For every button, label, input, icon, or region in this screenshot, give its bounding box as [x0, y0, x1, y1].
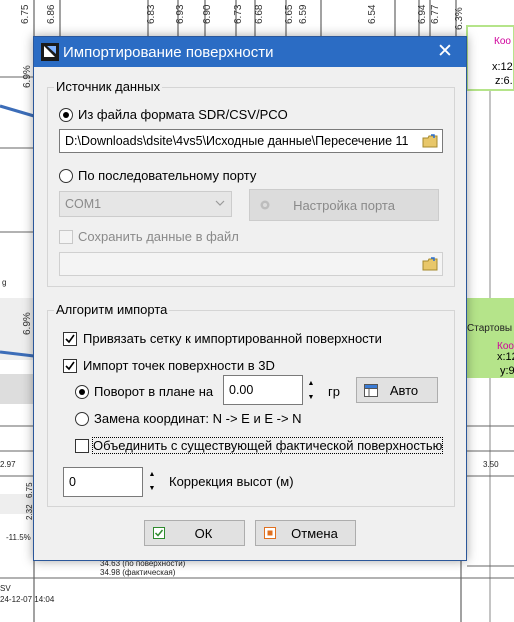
source-group: Источник данных Из файла формата SDR/CSV… [47, 79, 455, 287]
rotation-input[interactable]: 0.00 [223, 375, 303, 405]
bg-top-value: 6.54 [367, 4, 378, 24]
table-icon [364, 384, 378, 397]
bg-label-6: x:12 [497, 351, 514, 363]
cancel-button[interactable]: Отмена [255, 520, 356, 546]
close-icon: ✕ [437, 41, 453, 62]
port-combo-value: COM1 [65, 197, 102, 211]
auto-button[interactable]: Авто [356, 377, 438, 403]
bg-top-value: 6.75 [20, 4, 31, 24]
port-settings-button[interactable]: Настройка порта [249, 189, 439, 221]
bg-left-5: -11.5% [6, 533, 31, 542]
bg-top-value: 6.83 [146, 4, 157, 24]
rotation-label[interactable]: Поворот в плане на [94, 384, 213, 399]
cancel-button-label: Отмена [291, 526, 338, 541]
elevation-input[interactable]: 0 [63, 467, 143, 497]
bg-bottom-1: SV [0, 584, 11, 593]
auto-button-label: Авто [389, 383, 419, 398]
elevation-label: Коррекция высот (м) [169, 474, 294, 489]
bg-top-value: 6.59 [298, 4, 309, 24]
rotation-unit: гр [328, 384, 340, 399]
file-path-field[interactable]: D:\Downloads\dsite\4vs5\Исходные данные\… [59, 129, 443, 153]
browse-folder-icon-disabled[interactable] [422, 257, 438, 271]
rotation-spinner[interactable]: ▲ ▼ [304, 377, 318, 405]
bg-top-value: 6.94 [417, 4, 428, 24]
import-surface-dialog: Импортирование поверхности ✕ Источник да… [33, 36, 467, 561]
bg-top-value: 6.3% [454, 7, 465, 30]
serial-port-radio[interactable] [59, 169, 73, 183]
bg-label-7: y:9 [500, 365, 514, 377]
bg-label-4: Стартовы [467, 323, 512, 334]
chevron-down-icon [215, 200, 225, 206]
serial-port-label[interactable]: По последовательному порту [78, 168, 256, 183]
spin-down-icon[interactable]: ▼ [304, 391, 318, 405]
save-data-label[interactable]: Сохранить данные в файл [78, 229, 239, 244]
checkmark-icon [65, 361, 75, 371]
app-logo-icon [41, 43, 59, 61]
bg-label-2: x:12 [492, 61, 513, 73]
bind-grid-checkbox[interactable] [63, 332, 77, 346]
browse-folder-icon[interactable] [422, 134, 438, 148]
file-source-label[interactable]: Из файла формата SDR/CSV/PCO [78, 107, 288, 122]
bg-note-2: 34.98 (фактическая) [100, 568, 176, 577]
bg-top-value: 6.86 [46, 4, 57, 24]
port-settings-label: Настройка порта [293, 198, 395, 213]
save-path-field[interactable] [59, 252, 443, 276]
gear-icon [260, 200, 270, 210]
spin-up-icon[interactable]: ▲ [145, 468, 159, 482]
check-icon [153, 527, 165, 539]
file-path-value: D:\Downloads\dsite\4vs5\Исходные данные\… [65, 134, 409, 148]
bg-left-0: 6.9% [22, 65, 33, 88]
merge-surface-checkbox[interactable] [75, 439, 89, 453]
swap-coords-label[interactable]: Замена координат: N -> E и E -> N [94, 411, 302, 426]
port-combo[interactable]: COM1 [59, 191, 232, 217]
close-button[interactable]: ✕ [424, 37, 466, 67]
bg-top-value: 6.90 [202, 4, 213, 24]
spin-up-icon[interactable]: ▲ [304, 377, 318, 391]
cancel-icon [264, 527, 276, 539]
file-source-radio[interactable] [59, 108, 73, 122]
bind-grid-label[interactable]: Привязать сетку к импортированной поверх… [83, 331, 382, 346]
import-3d-checkbox[interactable] [63, 359, 77, 373]
checkmark-icon [65, 334, 75, 344]
bg-label-3: z:6. [495, 75, 513, 87]
bg-left-small: g [2, 278, 6, 287]
bg-top-value: 6.65 [284, 4, 295, 24]
bg-top-value: 6.77 [430, 4, 441, 24]
save-data-checkbox[interactable] [59, 230, 73, 244]
import-3d-label[interactable]: Импорт точек поверхности в 3D [83, 358, 275, 373]
bg-left-2: 2.97 [0, 460, 16, 469]
spin-down-icon[interactable]: ▼ [145, 482, 159, 496]
bg-bottom-2: 24-12-07 14:04 [0, 595, 55, 604]
dialog-title: Импортирование поверхности [63, 44, 274, 61]
merge-surface-label[interactable]: Объединить с существующей фактической по… [91, 437, 444, 454]
bg-right-value: 3.50 [483, 460, 499, 469]
elevation-value: 0 [69, 475, 76, 489]
rotation-value: 0.00 [229, 383, 254, 397]
bg-left-1: 6.9% [22, 312, 33, 335]
ok-button-label: ОК [194, 526, 213, 541]
source-group-label: Источник данных [54, 79, 163, 94]
bg-top-value: 6.93 [175, 4, 186, 24]
algorithm-group-label: Алгоритм импорта [54, 302, 170, 317]
bg-label-1: Коо [494, 36, 511, 47]
rotation-radio[interactable] [75, 385, 89, 399]
bg-top-value: 6.73 [233, 4, 244, 24]
bg-top-value: 6.68 [254, 4, 265, 24]
algorithm-group: Алгоритм импорта Привязать сетку к импор… [47, 302, 455, 507]
ok-button[interactable]: ОК [144, 520, 245, 546]
elevation-spinner[interactable]: ▲ ▼ [145, 468, 159, 496]
swap-coords-radio[interactable] [75, 412, 89, 426]
dialog-titlebar[interactable]: Импортирование поверхности ✕ [34, 37, 466, 67]
